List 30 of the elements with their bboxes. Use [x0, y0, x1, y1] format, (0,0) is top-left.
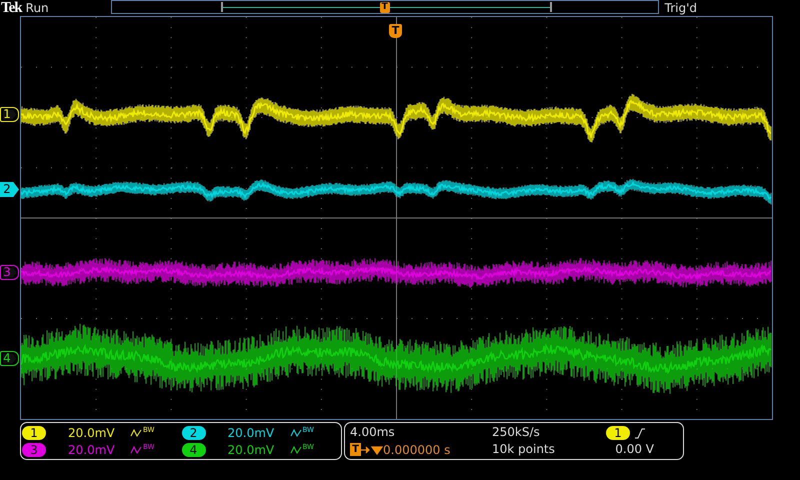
- vertical-scale: 20.0mV: [68, 443, 116, 457]
- waveform-icon: [290, 428, 302, 438]
- channel-badge[interactable]: 1: [22, 426, 46, 440]
- vertical-scale: 20.0mV: [228, 426, 276, 440]
- run-status: Run: [26, 1, 50, 15]
- channel-marker[interactable]: 3: [0, 265, 19, 280]
- waveform-icon: [130, 428, 142, 438]
- channel-marker[interactable]: 4: [0, 351, 19, 366]
- rising-edge-icon: [634, 426, 646, 438]
- channel-badge[interactable]: 2: [182, 426, 206, 440]
- trigger-status: Trig'd: [664, 1, 698, 15]
- vertical-scale: 20.0mV: [228, 443, 276, 457]
- channel-badge[interactable]: 4: [182, 443, 206, 457]
- waveform-icon: [130, 445, 142, 455]
- sample-rate: 250kS/s: [492, 424, 541, 441]
- arrow-icon: [361, 444, 383, 456]
- vertical-scale: 20.0mV: [68, 426, 116, 440]
- channel-marker[interactable]: 1: [0, 107, 19, 122]
- trigger-delay: 0.000000 s: [383, 442, 450, 456]
- channel-badge[interactable]: 3: [22, 443, 46, 457]
- trigger-marker[interactable]: T: [389, 24, 402, 38]
- record-length: 10k points: [492, 441, 556, 458]
- trigger-source-badge[interactable]: 1: [606, 426, 630, 440]
- trigger-level: 0.00 V: [615, 441, 654, 458]
- trigger-position-badge: T: [350, 443, 361, 456]
- waveform-icon: [290, 445, 302, 455]
- trigger-position-marker: T: [380, 2, 390, 13]
- brand-logo: Tek: [1, 0, 22, 16]
- channel-marker[interactable]: 2: [0, 182, 19, 197]
- horizontal-scale: 4.00ms: [350, 424, 396, 441]
